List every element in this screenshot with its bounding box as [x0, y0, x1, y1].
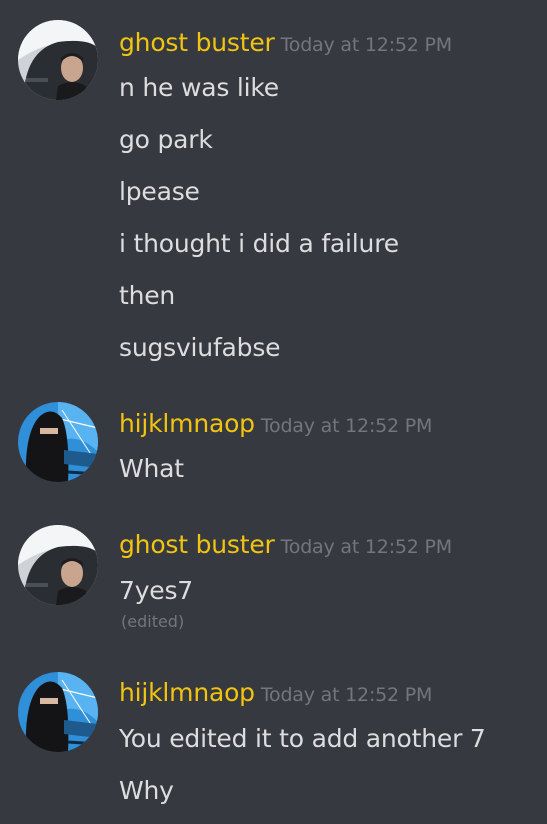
message-header: hijklmnaop Today at 12:52 PM — [119, 678, 432, 707]
edited-label: (edited) — [121, 612, 185, 631]
avatar[interactable] — [18, 672, 98, 752]
message-line: 7yes7 — [119, 576, 194, 605]
message-line: then — [119, 281, 176, 310]
username[interactable]: hijklmnaop — [119, 678, 255, 707]
timestamp: Today at 12:52 PM — [280, 34, 453, 56]
message-header: ghost buster Today at 12:52 PM — [119, 530, 452, 559]
message-line: n he was like — [119, 73, 279, 102]
chat-message-list: ghost buster Today at 12:52 PM n he was l… — [0, 0, 547, 824]
username[interactable]: ghost buster — [119, 28, 275, 57]
username[interactable]: ghost buster — [119, 530, 275, 559]
avatar[interactable] — [18, 525, 98, 605]
user-avatar-image — [18, 20, 98, 100]
timestamp: Today at 12:52 PM — [280, 536, 453, 558]
message-line: You edited it to add another 7 — [119, 724, 486, 753]
message-line: Why — [119, 776, 174, 805]
message-line: i thought i did a failure — [119, 229, 399, 258]
message-line: sugsviufabse — [119, 333, 281, 362]
avatar[interactable] — [18, 402, 98, 482]
message-header: ghost buster Today at 12:52 PM — [119, 28, 452, 57]
message-header: hijklmnaop Today at 12:52 PM — [119, 409, 432, 438]
username[interactable]: hijklmnaop — [119, 409, 255, 438]
timestamp: Today at 12:52 PM — [260, 684, 433, 706]
avatar[interactable] — [18, 20, 98, 100]
user-avatar-image — [18, 525, 98, 605]
timestamp: Today at 12:52 PM — [260, 415, 433, 437]
user-avatar-image — [18, 402, 98, 482]
message-line: go park — [119, 125, 213, 154]
user-avatar-image — [18, 672, 98, 752]
message-line: lpease — [119, 177, 200, 206]
message-line: What — [119, 454, 184, 483]
